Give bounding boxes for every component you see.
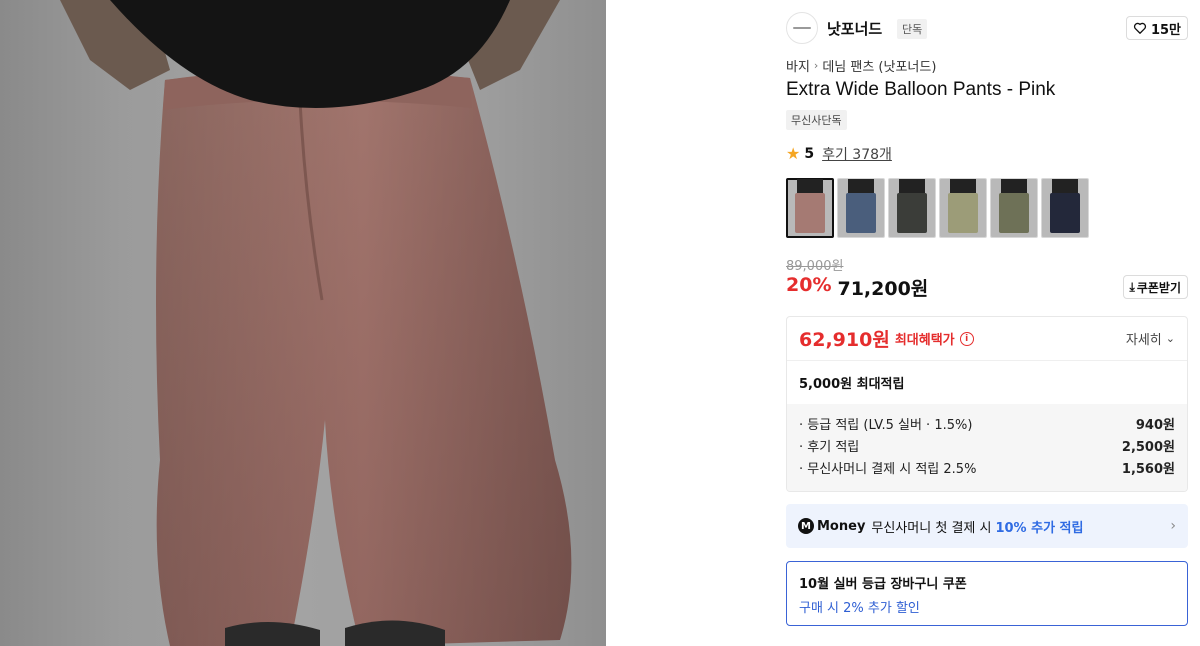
swatch-pants <box>846 193 876 233</box>
money-logo-text: Money <box>817 518 866 534</box>
sale-price-row: 20% 71,200원 <box>786 274 928 301</box>
money-banner-highlight: 10% 추가 적립 <box>995 520 1084 536</box>
info-icon[interactable]: i <box>959 331 974 346</box>
coupon-download-button[interactable]: ⤓ 쿠폰받기 <box>1122 275 1188 299</box>
points-line: · 후기 적립 2,500원 <box>799 434 1175 456</box>
grade-coupon-title: 10월 실버 등급 장바구니 쿠폰 <box>799 577 967 592</box>
coupon-download-label: 쿠폰받기 <box>1136 280 1181 295</box>
points-line-amount: 940원 <box>1135 417 1175 433</box>
brand-name[interactable]: 낫포너드 <box>827 18 882 39</box>
like-count: 15만 <box>1150 22 1181 38</box>
swatch-shirt <box>848 179 874 193</box>
detail-toggle[interactable]: 자세히 ⌄ <box>1126 329 1175 348</box>
swatch-shirt <box>1052 179 1078 193</box>
discount-percent: 20% <box>786 274 832 296</box>
points-line-label: · 등급 적립 (LV.5 실버 · 1.5%) <box>799 417 973 433</box>
heart-icon <box>1133 22 1146 34</box>
swatch-shirt <box>950 179 976 193</box>
points-line: · 무신사머니 결제 시 적립 2.5% 1,560원 <box>799 456 1175 478</box>
points-line-amount: 1,560원 <box>1121 461 1175 477</box>
max-points-title: 5,000원 최대적립 <box>799 377 905 392</box>
musinsa-money-banner[interactable]: M Money 무신사머니 첫 결제 시 10% 추가 적립 › <box>786 504 1188 548</box>
points-breakdown: · 등급 적립 (LV.5 실버 · 1.5%) 940원 · 후기 적립 2,… <box>787 404 1187 491</box>
star-icon: ★ <box>786 144 801 163</box>
money-logo: M Money <box>798 518 865 534</box>
exclusive-tag: 무신사단독 <box>786 110 847 130</box>
money-banner-text: 무신사머니 첫 결제 시 <box>871 520 992 536</box>
color-swatch-olive[interactable] <box>990 178 1038 238</box>
swatch-pants <box>897 193 927 233</box>
color-swatch-pink[interactable] <box>786 178 834 238</box>
swatch-pants <box>948 193 978 233</box>
chevron-down-icon: ⌄ <box>1165 332 1175 345</box>
max-benefit-label: 최대혜택가 <box>894 333 955 348</box>
chevron-right-icon: › <box>1170 518 1176 534</box>
max-benefit-header[interactable]: 62,910원 최대혜택가 i 자세히 ⌄ <box>787 317 1187 361</box>
grade-coupon-subtitle: 구매 시 2% 추가 할인 <box>799 601 920 616</box>
pants-illustration <box>60 0 572 646</box>
swatch-shirt <box>899 179 925 193</box>
breadcrumb-subcategory[interactable]: 데님 팬츠 (낫포너드) <box>822 56 936 75</box>
product-info-panel: 낫포너드 단독 15만 바지 › 데님 팬츠 (낫포너드) Extra Wide… <box>770 0 1200 646</box>
brand-row: 낫포너드 단독 15만 <box>786 12 1188 44</box>
brand-logo[interactable] <box>786 12 818 44</box>
grade-coupon-box[interactable]: 10월 실버 등급 장바구니 쿠폰 구매 시 2% 추가 할인 <box>786 561 1188 626</box>
swatch-shirt <box>1001 179 1027 193</box>
like-button[interactable]: 15만 <box>1125 16 1188 40</box>
max-benefit-box: 62,910원 최대혜택가 i 자세히 ⌄ 5,000원 최대적립 · 등급 적… <box>786 316 1188 492</box>
points-line-label: · 후기 적립 <box>799 439 860 455</box>
detail-label: 자세히 <box>1125 333 1162 348</box>
money-logo-icon: M <box>798 518 814 534</box>
swatch-pants <box>999 193 1029 233</box>
points-line-amount: 2,500원 <box>1121 439 1175 455</box>
breadcrumb: 바지 › 데님 팬츠 (낫포너드) <box>786 56 936 75</box>
color-swatch-blue[interactable] <box>837 178 885 238</box>
brand-exclusive-badge: 단독 <box>897 19 928 39</box>
swatch-pants <box>1050 193 1080 233</box>
sale-price: 71,200원 <box>837 278 929 300</box>
download-icon: ⤓ <box>1129 279 1135 294</box>
breadcrumb-category[interactable]: 바지 <box>786 56 810 75</box>
color-swatches <box>786 178 1089 238</box>
product-title: Extra Wide Balloon Pants - Pink <box>786 79 1056 100</box>
rating-row[interactable]: ★ 5 후기 378개 <box>786 144 892 164</box>
rating-score: 5 <box>804 146 815 162</box>
original-price: 89,000원 <box>786 259 844 274</box>
chevron-right-icon: › <box>813 59 819 72</box>
color-swatch-navy[interactable] <box>1041 178 1089 238</box>
color-swatch-khaki[interactable] <box>939 178 987 238</box>
review-count-link[interactable]: 후기 378개 <box>822 144 892 164</box>
points-line-label: · 무신사머니 결제 시 적립 2.5% <box>799 461 977 477</box>
product-main-image <box>0 0 606 646</box>
color-swatch-black-wash[interactable] <box>888 178 936 238</box>
swatch-shirt <box>797 179 823 193</box>
swatch-pants <box>795 193 825 233</box>
points-line: · 등급 적립 (LV.5 실버 · 1.5%) 940원 <box>799 412 1175 434</box>
max-benefit-price: 62,910원 <box>799 329 890 351</box>
